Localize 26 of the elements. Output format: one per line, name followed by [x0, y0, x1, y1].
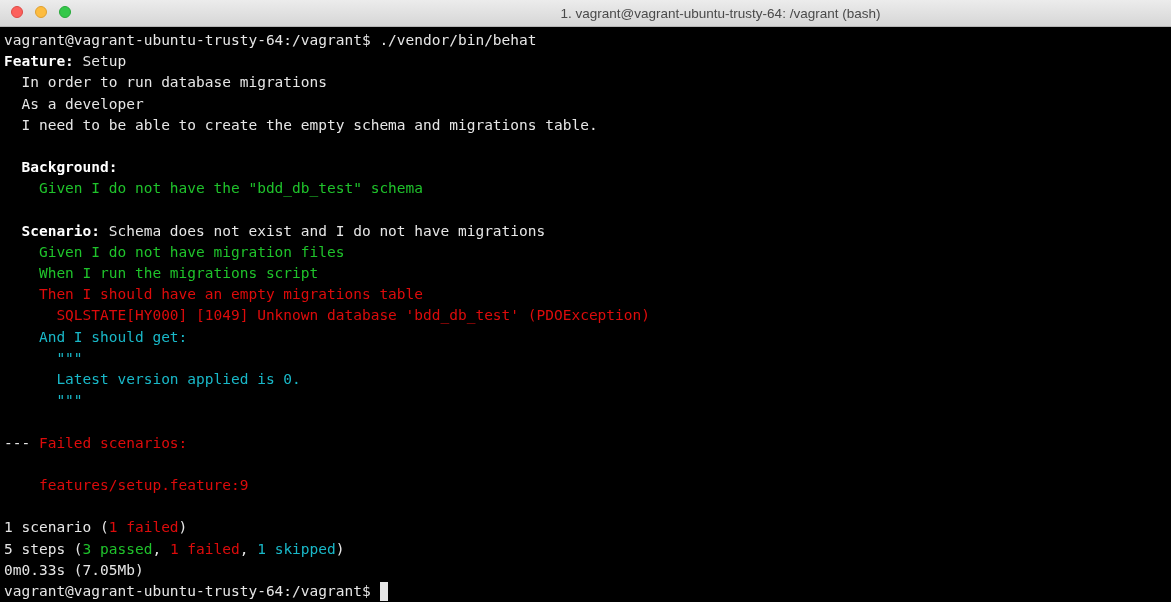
terminal-line: vagrant@vagrant-ubuntu-trusty-64:/vagrant$: [4, 581, 372, 601]
window-title: 1. vagrant@vagrant-ubuntu-trusty-64: /vagrant (bash): [559, 5, 881, 21]
terminal-line: 0m0.33s (7.05Mb): [4, 560, 144, 580]
terminal-line: Given I do not have the "bdd_db_test" schema: [37, 179, 424, 199]
terminal-line: Latest version applied is 0.: [55, 370, 301, 389]
terminal-line: Feature: Setup: [4, 52, 127, 72]
terminal-line: --- Failed scenarios:: [4, 433, 188, 453]
minimize-button[interactable]: [35, 6, 47, 18]
terminal-line: Background:: [20, 158, 118, 178]
terminal-line: SQLSTATE[HY000] [1049] Unknown database 'bdd_db_test' (PDOException): [55, 306, 650, 326]
terminal-line: 5 steps (3 passed, 1 failed, 1 skipped): [4, 539, 345, 559]
terminal-line: I need to be able to create the empty schema and migrations table.: [20, 115, 598, 135]
terminal-line: features/setup.feature:9: [37, 475, 249, 495]
terminal-line: 1 scenario (1 failed): [4, 518, 188, 538]
terminal-line: As a developer: [20, 94, 144, 114]
terminal-line: Given I do not have migration files: [37, 242, 345, 262]
terminal-line: vagrant@vagrant-ubuntu-trusty-64:/vagrant$ ./vendor/bin/behat: [4, 31, 537, 50]
terminal-line: And I should get:: [37, 327, 188, 347]
terminal-line: """: [55, 348, 83, 368]
terminal-line: """: [55, 391, 83, 411]
terminal-line: Scenario: Schema does not exist and I do not have migrations: [20, 221, 546, 241]
terminal-line: Then I should have an empty migrations table: [37, 285, 424, 305]
terminal-line: When I run the migrations script: [37, 264, 319, 284]
zoom-button[interactable]: [59, 6, 71, 18]
terminal-line: In order to run database migrations: [20, 73, 327, 93]
close-button[interactable]: [11, 6, 23, 18]
